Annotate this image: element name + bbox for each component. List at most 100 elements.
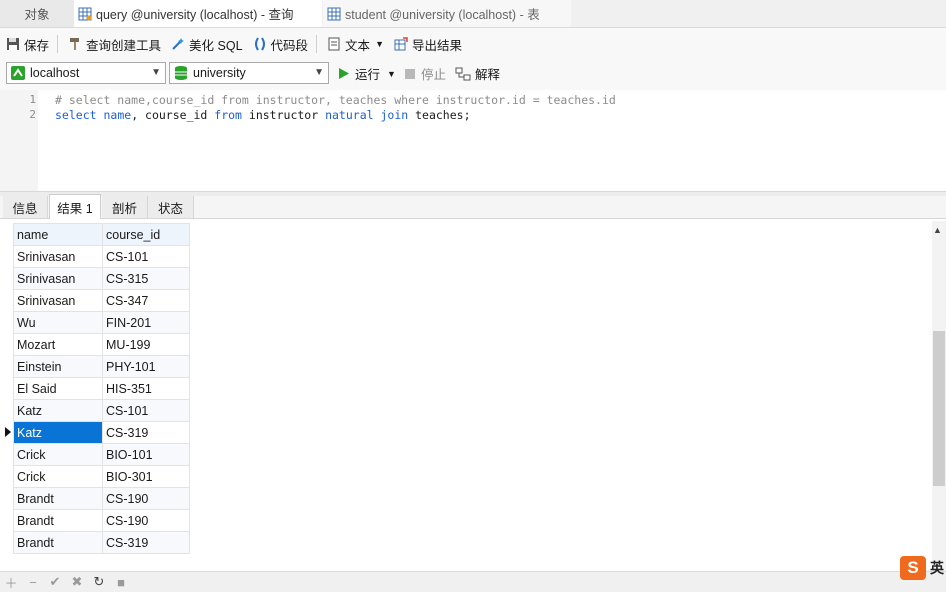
table-row[interactable]: Katz CS-101 [13,399,190,422]
query-table-icon [78,7,92,20]
cell-course-id[interactable]: CS-101 [102,399,190,422]
floppy-disk-icon [7,38,19,50]
table-row[interactable]: Srinivasan CS-315 [13,267,190,290]
explain-button[interactable]: 解释 [455,64,500,83]
plus-icon[interactable]: ＋ [0,573,22,592]
refresh-icon[interactable]: ↻ [88,574,110,590]
tab-profile[interactable]: 剖析 [102,196,148,218]
beautify-sql-button[interactable]: 美化 SQL [167,32,247,56]
ime-indicator[interactable]: S 英 [900,556,944,580]
scroll-up-icon[interactable]: ▲ [933,225,942,235]
text-mode-button[interactable]: 文本 ▼ [323,32,388,56]
cell-course-id[interactable]: CS-319 [102,531,190,554]
cell-name[interactable]: Crick [13,443,103,466]
sql-editor[interactable]: 1 2 # select name,course_id from instruc… [0,90,946,191]
magic-wand-icon [172,38,185,50]
database-icon [175,66,187,80]
table-row[interactable]: Einstein PHY-101 [13,355,190,378]
code-line-comment: # select name,course_id from instructor,… [55,93,616,107]
tab-result-1[interactable]: 结果 1 [49,194,101,219]
line-number: 2 [29,108,36,121]
code-snippet-button[interactable]: 代码段 [249,32,313,56]
query-toolbar: 保存 查询创建工具 美化 SQL 代码段 文本 ▼ 导出结果 [0,28,946,60]
table-row[interactable]: Brandt CS-190 [13,509,190,532]
cell-name[interactable]: Mozart [13,333,103,356]
table-row[interactable]: Brandt CS-319 [13,531,190,554]
cell-course-id[interactable]: CS-319 [102,421,190,444]
cell-name[interactable]: Katz [13,421,103,444]
cell-course-id[interactable]: BIO-301 [102,465,190,488]
cell-name[interactable]: Srinivasan [13,245,103,268]
cell-name[interactable]: Brandt [13,531,103,554]
cell-name[interactable]: Einstein [13,355,103,378]
explain-icon [455,67,471,80]
results-panel: name course_id Srinivasan CS-101 Srinivasa… [0,219,946,571]
cell-name[interactable]: Wu [13,311,103,334]
run-dropdown-icon[interactable]: ▼ [387,69,396,79]
export-results-button[interactable]: 导出结果 [390,32,466,56]
stop-button[interactable]: 停止 [404,64,446,83]
table-row[interactable]: Crick BIO-101 [13,443,190,466]
cell-name[interactable]: Srinivasan [13,267,103,290]
cell-course-id[interactable]: CS-190 [102,487,190,510]
export-icon [394,37,408,51]
result-grid: name course_id Srinivasan CS-101 Srinivasa… [13,223,190,554]
scrollbar-thumb[interactable] [933,331,945,486]
cell-course-id[interactable]: FIN-201 [102,311,190,334]
toolbar-divider [316,35,318,53]
table-row[interactable]: Wu FIN-201 [13,311,190,334]
stop-icon [404,68,415,79]
tab-info[interactable]: 信息 [3,196,48,218]
chevron-down-icon: ▼ [151,67,161,78]
code-line-query: select name, course_id from instructor n… [55,108,471,122]
stop-icon[interactable]: ■ [110,575,132,590]
cross-icon[interactable]: ✖ [66,574,88,590]
cell-course-id[interactable]: HIS-351 [102,377,190,400]
cell-course-id[interactable]: CS-347 [102,289,190,312]
cell-course-id[interactable]: PHY-101 [102,355,190,378]
server-select[interactable]: localhost ▼ [6,62,166,84]
cell-course-id[interactable]: MU-199 [102,333,190,356]
table-row[interactable]: Mozart MU-199 [13,333,190,356]
chevron-down-icon: ▼ [375,39,384,49]
document-tabs: 对象 query @university (localhost) - 查询 st… [0,0,946,28]
table-row[interactable]: Crick BIO-301 [13,465,190,488]
tab-student-table[interactable]: student @university (localhost) - 表 [323,0,571,27]
query-builder-button[interactable]: 查询创建工具 [64,32,165,56]
cell-course-id[interactable]: CS-101 [102,245,190,268]
cell-course-id[interactable]: BIO-101 [102,443,190,466]
minus-icon[interactable]: − [22,575,44,590]
table-row[interactable]: Srinivasan CS-101 [13,245,190,268]
table-row[interactable]: Katz CS-319 [13,421,190,444]
save-button[interactable]: 保存 [2,32,53,56]
tab-query[interactable]: query @university (localhost) - 查询 [74,0,322,27]
table-row[interactable]: Brandt CS-190 [13,487,190,510]
table-row[interactable]: El Said HIS-351 [13,377,190,400]
grid-status-bar: ＋ − ✔ ✖ ↻ ■ [0,571,946,592]
column-header-course-id[interactable]: course_id [102,223,190,246]
parentheses-icon [254,37,265,51]
tab-objects[interactable]: 对象 [0,0,74,27]
vertical-scrollbar[interactable]: ▲ [932,221,946,571]
toolbar-divider [57,35,59,53]
table-row[interactable]: Srinivasan CS-347 [13,289,190,312]
cell-name[interactable]: Srinivasan [13,289,103,312]
tab-status[interactable]: 状态 [148,196,194,218]
cell-name[interactable]: Crick [13,465,103,488]
line-number-gutter: 1 2 [0,90,38,191]
server-connection-icon [11,66,25,80]
cell-name[interactable]: Brandt [13,487,103,510]
database-select[interactable]: university ▼ [169,62,329,84]
line-number: 1 [29,93,36,106]
result-tabs: 信息 结果 1 剖析 状态 [0,194,946,219]
cell-name[interactable]: Katz [13,399,103,422]
cell-course-id[interactable]: CS-315 [102,267,190,290]
check-icon[interactable]: ✔ [44,574,66,590]
column-header-name[interactable]: name [13,223,103,246]
run-button[interactable]: 运行 [337,64,380,83]
cell-name[interactable]: El Said [13,377,103,400]
cell-course-id[interactable]: CS-190 [102,509,190,532]
sogou-input-icon: S [900,556,926,580]
chevron-down-icon: ▼ [314,67,324,78]
cell-name[interactable]: Brandt [13,509,103,532]
